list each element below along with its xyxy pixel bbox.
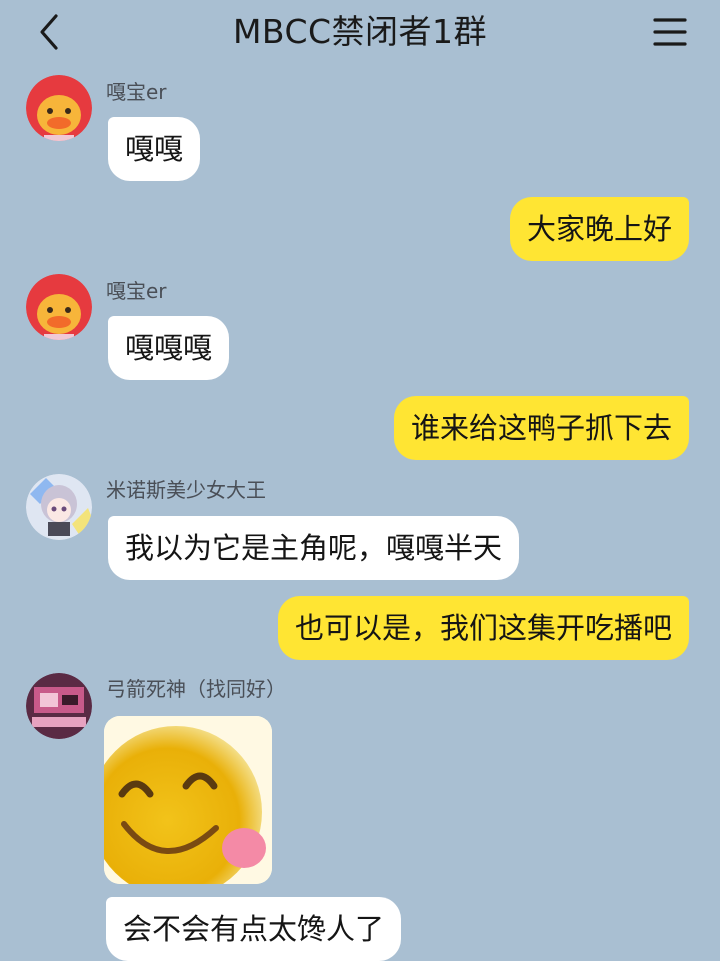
message-bubble[interactable]: 我以为它是主角呢，嘎嘎半天 xyxy=(108,516,520,580)
sender-name: 弓箭死神（找同好） xyxy=(106,677,286,701)
message-bubble[interactable]: 嘎嘎嘎 xyxy=(108,316,230,380)
duck-avatar[interactable] xyxy=(26,274,92,340)
chat-header: MBCC禁闭者1群 xyxy=(0,0,720,66)
menu-button[interactable] xyxy=(652,14,688,50)
message-bubble[interactable]: 嘎嘎 xyxy=(108,117,201,181)
anime-girl-avatar[interactable] xyxy=(26,474,92,540)
room-avatar[interactable] xyxy=(26,673,92,739)
duck-avatar[interactable] xyxy=(26,75,92,141)
blushing-smiley-sticker[interactable] xyxy=(104,716,272,884)
sender-name: 米诺斯美少女大王 xyxy=(106,478,266,502)
message-bubble[interactable]: 也可以是，我们这集开吃播吧 xyxy=(277,596,689,660)
message-bubble[interactable]: 大家晚上好 xyxy=(509,197,689,261)
hamburger-menu-icon xyxy=(653,18,687,46)
message-bubble[interactable]: 会不会有点太馋人了 xyxy=(106,897,402,961)
message-bubble[interactable]: 谁来给这鸭子抓下去 xyxy=(393,396,689,460)
sender-name: 嘎宝er xyxy=(106,279,167,303)
chat-title: MBCC禁闭者1群 xyxy=(232,12,488,51)
sender-name: 嘎宝er xyxy=(106,80,167,104)
